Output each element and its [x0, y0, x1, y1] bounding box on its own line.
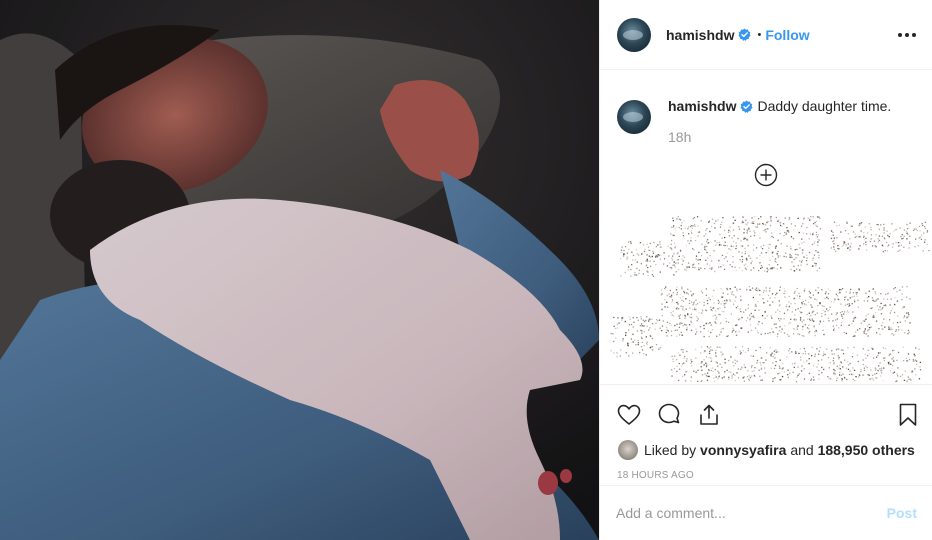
- liked-by-prefix: Liked by: [644, 442, 697, 458]
- share-icon[interactable]: [696, 402, 722, 428]
- post-side-panel: hamishdw • Follow hamishdw Daddy daughte…: [599, 0, 932, 540]
- caption: hamishdw Daddy daughter time. 18h: [600, 70, 932, 145]
- post-photo[interactable]: [0, 0, 599, 540]
- obscured-comments-noise: [610, 216, 930, 383]
- verified-icon: [738, 28, 752, 41]
- liked-by-user[interactable]: vonnysyafira: [700, 442, 786, 458]
- bookmark-icon[interactable]: [895, 402, 921, 428]
- post-header: hamishdw • Follow: [600, 0, 932, 70]
- comment-box: Post: [600, 485, 932, 540]
- more-options-icon[interactable]: [898, 27, 916, 43]
- caption-username[interactable]: hamishdw: [668, 97, 736, 115]
- action-icons-row: [600, 385, 932, 433]
- avatar[interactable]: [617, 17, 651, 52]
- comment-input[interactable]: [616, 505, 887, 521]
- post-button[interactable]: Post: [887, 505, 917, 521]
- heart-icon[interactable]: [616, 402, 642, 428]
- header-username[interactable]: hamishdw: [666, 27, 734, 43]
- load-more-comments-icon[interactable]: [754, 163, 778, 187]
- caption-time-ago[interactable]: 18h: [668, 129, 891, 145]
- follow-button[interactable]: Follow: [765, 27, 809, 43]
- likes-summary: Liked by vonnysyafira and 188,950 others: [600, 433, 932, 460]
- post-timestamp[interactable]: 18 HOURS AGO: [600, 460, 932, 481]
- separator-dot: •: [757, 28, 762, 41]
- likes-count[interactable]: 188,950 others: [818, 442, 915, 458]
- liked-by-mid: and: [790, 442, 814, 458]
- post-actions: Liked by vonnysyafira and 188,950 others…: [600, 384, 932, 481]
- caption-line: hamishdw Daddy daughter time.: [668, 97, 891, 115]
- obscured-comments-area: [600, 206, 932, 386]
- verified-icon: [740, 99, 754, 113]
- caption-avatar[interactable]: [617, 100, 651, 134]
- comment-icon[interactable]: [656, 402, 682, 428]
- liker-avatar[interactable]: [618, 440, 638, 460]
- photo-father-daughter-image: [0, 0, 599, 540]
- caption-body: hamishdw Daddy daughter time. 18h: [668, 97, 891, 145]
- instagram-post-modal: hamishdw • Follow hamishdw Daddy daughte…: [0, 0, 932, 540]
- caption-text: Daddy daughter time.: [757, 98, 892, 114]
